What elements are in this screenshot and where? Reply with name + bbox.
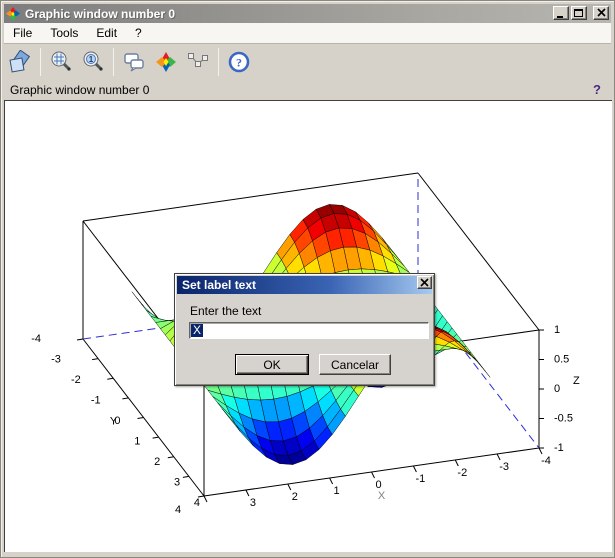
svg-text:0: 0 [554, 383, 560, 395]
info-text: Graphic window number 0 [10, 83, 149, 97]
zoom-reset-button[interactable]: 1 [78, 47, 108, 77]
help-icon: ? [227, 50, 251, 74]
scilab-color-button[interactable] [151, 47, 181, 77]
svg-text:-1: -1 [554, 442, 564, 454]
maximize-icon [573, 8, 585, 19]
svg-text:-1: -1 [416, 473, 426, 485]
svg-text:3: 3 [250, 497, 256, 509]
menu-bar: File Tools Edit ? [4, 23, 611, 44]
info-bar: Graphic window number 0 ? [4, 79, 611, 100]
svg-text:4: 4 [175, 504, 181, 516]
zoom-area-button[interactable] [46, 47, 76, 77]
svg-text:-4: -4 [541, 455, 551, 467]
close-icon [596, 8, 607, 18]
svg-text:-2: -2 [71, 374, 81, 386]
svg-text:-3: -3 [51, 354, 61, 366]
ok-button-label: OK [263, 358, 280, 372]
cancel-button[interactable]: Cancelar [319, 354, 391, 375]
minimize-button[interactable] [553, 6, 569, 20]
zoom-area-icon [49, 50, 73, 74]
rotate-button[interactable] [5, 47, 35, 77]
menu-tools[interactable]: Tools [41, 24, 87, 42]
label-text-input[interactable]: X [189, 322, 429, 339]
help-button[interactable]: ? [224, 47, 254, 77]
ged-dialogs-icon [122, 50, 146, 74]
svg-text:1: 1 [334, 485, 340, 497]
toolbar-separator [40, 48, 41, 76]
scilab-graphics-icon [6, 7, 20, 21]
zoom-reset-icon: 1 [81, 50, 105, 74]
dialog-prompt-label: Enter the text [190, 304, 261, 318]
info-help-icon[interactable]: ? [593, 82, 605, 97]
svg-text:1: 1 [554, 324, 560, 336]
svg-text:2: 2 [292, 491, 298, 503]
toolbar: 1 [4, 45, 611, 79]
window-title: Graphic window number 0 [25, 7, 175, 21]
graphic-window: Graphic window number 0 File Tools Edit … [0, 0, 615, 558]
datatips-button[interactable] [183, 47, 213, 77]
svg-text:Y: Y [110, 416, 118, 428]
datatips-icon [186, 50, 210, 74]
svg-text:1: 1 [89, 55, 94, 64]
svg-text:3: 3 [174, 477, 180, 489]
minimize-icon [555, 8, 567, 19]
svg-text:-1: -1 [91, 395, 101, 407]
selected-input-text: X [191, 324, 203, 337]
set-label-dialog: Set label text Enter the text X OK Cance… [174, 273, 435, 386]
maximize-button[interactable] [571, 6, 587, 20]
svg-text:?: ? [236, 56, 242, 70]
toolbar-separator [218, 48, 219, 76]
svg-text:-2: -2 [457, 467, 467, 479]
dialog-title-bar[interactable]: Set label text [177, 276, 432, 294]
svg-text:-4: -4 [31, 333, 41, 345]
svg-text:1: 1 [134, 436, 140, 448]
dialog-title: Set label text [182, 278, 256, 292]
scilab-color-icon [155, 51, 177, 73]
dialog-close-button[interactable] [417, 276, 432, 289]
menu-file[interactable]: File [4, 24, 41, 42]
ok-button[interactable]: OK [235, 354, 309, 375]
title-bar[interactable]: Graphic window number 0 [4, 4, 611, 23]
svg-text:X: X [378, 490, 386, 502]
svg-text:-3: -3 [499, 461, 509, 473]
rotate-icon [8, 50, 32, 74]
toolbar-separator [113, 48, 114, 76]
close-button[interactable] [593, 6, 609, 20]
svg-text:2: 2 [154, 456, 160, 468]
cancel-button-label: Cancelar [331, 358, 379, 372]
menu-edit[interactable]: Edit [87, 24, 126, 42]
svg-text:0.5: 0.5 [554, 354, 569, 366]
svg-text:-0.5: -0.5 [554, 413, 573, 425]
ged-dialogs-button[interactable] [119, 47, 149, 77]
close-icon [419, 278, 430, 288]
menu-help[interactable]: ? [126, 24, 151, 42]
svg-text:4: 4 [194, 497, 200, 509]
svg-text:Z: Z [573, 375, 580, 387]
